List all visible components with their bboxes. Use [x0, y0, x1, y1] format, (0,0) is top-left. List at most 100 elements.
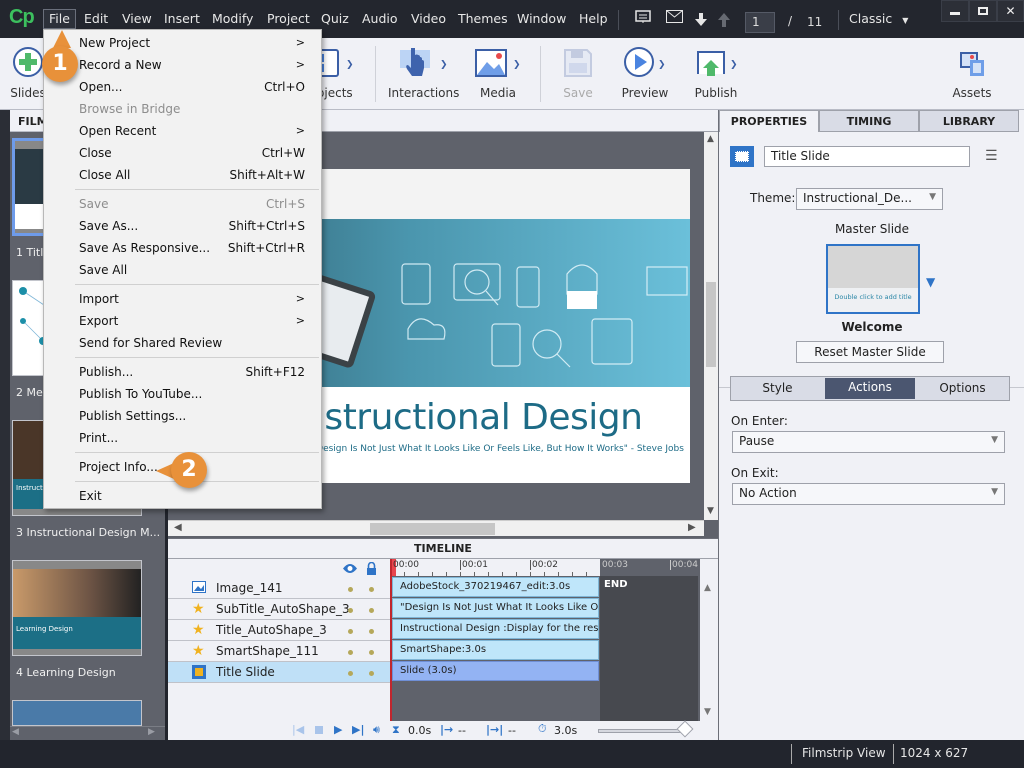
menu-audio[interactable]: Audio	[357, 9, 403, 29]
lock-dot[interactable]	[369, 650, 374, 655]
menu-video[interactable]: Video	[406, 9, 451, 29]
on-exit-select[interactable]: No Action ▼	[732, 483, 1005, 505]
timeline-ruler[interactable]: 00:00 00:01 00:02	[390, 559, 600, 576]
visibility-dot[interactable]	[348, 671, 353, 676]
play-icon[interactable]: ▶	[334, 723, 342, 736]
menu-item-close-all[interactable]: Close All Shift+Alt+W	[79, 164, 307, 186]
master-slide-thumbnail[interactable]: Double click to add title	[826, 244, 920, 314]
timeline-bar[interactable]: "Design Is Not Just What It Looks Like O…	[392, 598, 599, 618]
master-slide-dropdown-icon[interactable]: ▼	[926, 275, 935, 289]
scroll-right-icon[interactable]: ▶	[688, 522, 696, 533]
layer-row[interactable]: Image_141	[168, 578, 390, 599]
visibility-dot[interactable]	[348, 629, 353, 634]
menu-window[interactable]: Window	[512, 9, 571, 29]
lock-dot[interactable]	[369, 587, 374, 592]
audio-icon[interactable]: 🔊︎	[373, 723, 380, 737]
menu-item-save-as-responsive[interactable]: Save As Responsive... Shift+Ctrl+R	[79, 237, 307, 259]
menu-file[interactable]: File	[43, 9, 76, 29]
subtab-options[interactable]: Options	[916, 377, 1009, 400]
stage-hscroll[interactable]: ◀ ▶	[168, 520, 704, 536]
slide-title-text[interactable]: Instructional Design	[292, 397, 643, 438]
playhead-line[interactable]	[390, 559, 392, 721]
menu-quiz[interactable]: Quiz	[316, 9, 354, 29]
menu-item-browse-in-bridge[interactable]: Browse in Bridge	[79, 98, 307, 120]
workspace-selector[interactable]: Classic ▼	[849, 11, 908, 26]
slide-thumbnail-4[interactable]: Learning Design	[12, 560, 142, 656]
slide-thumbnail-5[interactable]	[12, 700, 142, 726]
lock-icon[interactable]	[366, 561, 377, 578]
layer-row[interactable]: ★ Title_AutoShape_3	[168, 620, 390, 641]
reset-master-slide-button[interactable]: Reset Master Slide	[796, 341, 944, 363]
panel-menu-icon[interactable]: ☰	[985, 148, 998, 164]
close-button[interactable]: ✕	[997, 0, 1024, 22]
tab-properties[interactable]: PROPERTIES	[719, 110, 819, 132]
menu-item-save[interactable]: Save Ctrl+S	[79, 193, 307, 215]
menu-item-send-for-shared-review[interactable]: Send for Shared Review	[79, 332, 307, 354]
scroll-left-icon[interactable]: ◀	[174, 522, 182, 533]
hscroll-thumb[interactable]	[370, 523, 495, 535]
on-enter-select[interactable]: Pause ▼	[732, 431, 1005, 453]
menu-item-record-a-new[interactable]: Record a New >	[79, 54, 307, 76]
menu-item-new-project[interactable]: New Project >	[79, 32, 307, 54]
mail-icon[interactable]	[666, 10, 683, 27]
lock-dot[interactable]	[369, 671, 374, 676]
timeline-bar[interactable]: SmartShape:3.0s	[392, 640, 599, 660]
menu-item-export[interactable]: Export >	[79, 310, 307, 332]
menu-item-exit[interactable]: Exit	[79, 485, 307, 507]
visibility-dot[interactable]	[348, 650, 353, 655]
scroll-right-icon[interactable]: ▶	[148, 727, 155, 737]
current-page-input[interactable]: 1	[745, 12, 775, 33]
menu-item-save-as[interactable]: Save As... Shift+Ctrl+S	[79, 215, 307, 237]
filmstrip-hscroll[interactable]: ◀ ▶	[10, 726, 165, 740]
eye-visibility-icon[interactable]	[342, 563, 358, 577]
layer-row[interactable]: ★ SubTitle_AutoShape_3	[168, 599, 390, 620]
subtab-style[interactable]: Style	[731, 377, 824, 400]
menu-item-publish-settings[interactable]: Publish Settings...	[79, 405, 307, 427]
visibility-dot[interactable]	[348, 608, 353, 613]
menu-project[interactable]: Project	[262, 9, 315, 29]
stop-icon[interactable]	[315, 726, 323, 734]
skip-end-icon[interactable]: ▶|	[352, 723, 364, 736]
lock-dot[interactable]	[369, 608, 374, 613]
arrow-up-icon[interactable]	[718, 13, 730, 31]
timeline-bar[interactable]: Instructional Design :Display for the re…	[392, 619, 599, 639]
tab-library[interactable]: LIBRARY	[919, 110, 1019, 132]
menu-modify[interactable]: Modify	[207, 9, 258, 29]
stage-vscroll[interactable]: ▲ ▼	[704, 132, 718, 520]
menu-view[interactable]: View	[117, 9, 157, 29]
tab-timing[interactable]: TIMING	[819, 110, 919, 132]
subtab-actions[interactable]: Actions	[825, 378, 915, 399]
menu-help[interactable]: Help	[574, 9, 613, 29]
menu-item-open-recent[interactable]: Open Recent >	[79, 120, 307, 142]
menu-insert[interactable]: Insert	[159, 9, 205, 29]
scroll-up-icon[interactable]: ▲	[704, 583, 711, 593]
menu-item-close[interactable]: Close Ctrl+W	[79, 142, 307, 164]
menu-item-open[interactable]: Open... Ctrl+O	[79, 76, 307, 98]
menu-item-publish-to-youtube[interactable]: Publish To YouTube...	[79, 383, 307, 405]
zoom-slider-handle[interactable]	[676, 720, 693, 738]
timeline-vscroll[interactable]: ▲ ▼	[700, 559, 718, 721]
slide-subtitle-text[interactable]: "Design Is Not Just What It Looks Like O…	[312, 444, 684, 454]
vscroll-thumb[interactable]	[706, 282, 716, 367]
minimize-button[interactable]	[941, 0, 969, 22]
slide-name-input[interactable]: Title Slide	[764, 146, 970, 167]
scroll-down-icon[interactable]: ▼	[707, 506, 714, 516]
arrow-down-icon[interactable]	[695, 13, 707, 31]
rewind-icon[interactable]: |◀	[292, 723, 304, 736]
scroll-up-icon[interactable]: ▲	[707, 134, 714, 144]
layer-row-selected[interactable]: Title Slide	[168, 662, 390, 683]
menu-item-import[interactable]: Import >	[79, 288, 307, 310]
menu-edit[interactable]: Edit	[79, 9, 113, 29]
lock-dot[interactable]	[369, 629, 374, 634]
scroll-down-icon[interactable]: ▼	[704, 707, 711, 717]
visibility-dot[interactable]	[348, 587, 353, 592]
menu-item-print[interactable]: Print...	[79, 427, 307, 449]
timeline-bar-slide[interactable]: Slide (3.0s)	[392, 661, 599, 681]
menu-item-save-all[interactable]: Save All	[79, 259, 307, 281]
timeline-bar[interactable]: AdobeStock_370219467_edit:3.0s	[392, 577, 599, 597]
timeline-ruler-end[interactable]: 00:03 00:04	[600, 559, 698, 576]
timeline-zoom-slider[interactable]	[598, 720, 693, 738]
maximize-button[interactable]	[969, 0, 997, 22]
scroll-left-icon[interactable]: ◀	[12, 727, 19, 737]
slide-notes-icon[interactable]	[635, 10, 651, 28]
